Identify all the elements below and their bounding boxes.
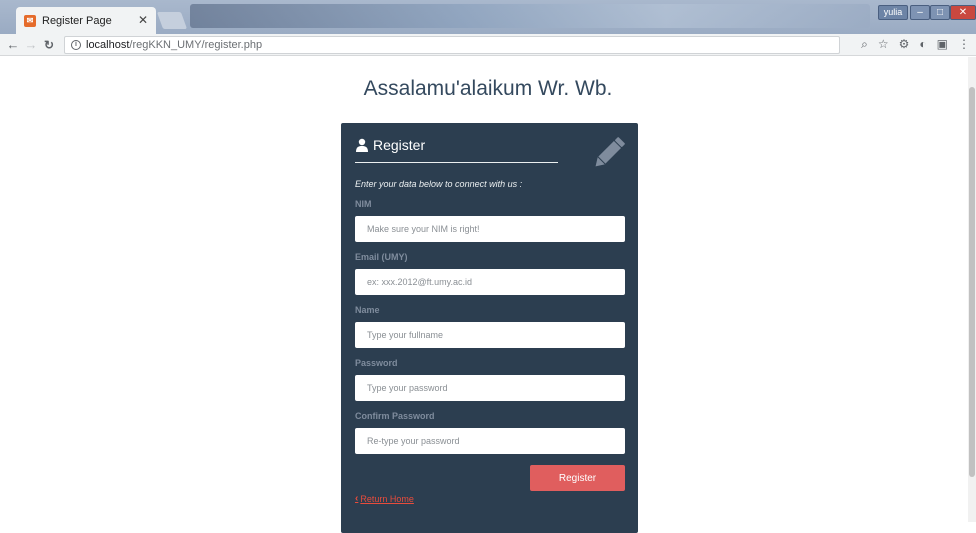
return-home-link[interactable]: ‹ Return Home <box>355 493 414 504</box>
window-titlebar: ✉ Register Page ✕ yulia – □ ✕ <box>0 0 976 34</box>
new-tab-button[interactable] <box>156 12 188 29</box>
name-label: Name <box>355 305 380 315</box>
page-greeting: Assalamu'alaikum Wr. Wb. <box>363 77 613 100</box>
nim-input[interactable] <box>355 216 625 242</box>
menu-icon[interactable]: ⋮ <box>958 37 970 52</box>
minimize-button[interactable]: – <box>910 5 930 20</box>
register-card: Register Enter your data below to connec… <box>341 123 638 533</box>
register-title-text: Register <box>373 137 426 153</box>
close-window-button[interactable]: ✕ <box>950 5 976 20</box>
bookmark-star-icon[interactable]: ☆ <box>878 37 889 52</box>
browser-toolbar: ← → ↻ i localhost/regKKN_UMY/register.ph… <box>0 34 976 56</box>
tab-title: Register Page <box>42 14 112 27</box>
user-icon <box>356 138 368 152</box>
extension-icon-2[interactable]: ◐ <box>919 37 926 52</box>
register-title: Register <box>355 137 425 153</box>
extension-icon[interactable]: ⚙ <box>899 37 910 52</box>
chevron-left-icon: ‹ <box>355 493 359 504</box>
email-input[interactable] <box>355 269 625 295</box>
title-divider <box>355 162 558 163</box>
email-label: Email (UMY) <box>355 252 408 262</box>
background-windows <box>190 4 870 28</box>
confirm-password-input[interactable] <box>355 428 625 454</box>
info-icon[interactable]: i <box>71 39 81 50</box>
name-input[interactable] <box>355 322 625 348</box>
extension-icon-3[interactable]: ▣ <box>937 37 948 52</box>
register-button[interactable]: Register <box>530 465 625 491</box>
address-bar[interactable]: i localhost/regKKN_UMY/register.php <box>64 35 840 54</box>
browser-tab[interactable]: ✉ Register Page ✕ <box>16 7 156 34</box>
pencil-icon <box>595 137 625 167</box>
url-host: localhost <box>86 38 130 51</box>
scrollbar-thumb[interactable] <box>969 87 975 477</box>
toolbar-icons: ⌕ ☆ ⚙ ◐ ▣ ⋮ <box>861 37 976 52</box>
back-arrow-icon[interactable]: ← <box>4 37 22 52</box>
reload-icon[interactable]: ↻ <box>40 38 58 52</box>
password-input[interactable] <box>355 375 625 401</box>
nim-label: NIM <box>355 199 372 209</box>
tab-close-icon[interactable]: ✕ <box>138 13 148 27</box>
page-scrollbar[interactable] <box>968 57 976 522</box>
maximize-button[interactable]: □ <box>930 5 950 20</box>
return-home-label: Return Home <box>360 493 414 504</box>
window-user-badge: yulia <box>878 5 908 20</box>
page-content: Assalamu'alaikum Wr. Wb. Register Enter … <box>0 57 976 533</box>
site-favicon-icon: ✉ <box>24 14 36 27</box>
url-path: /regKKN_UMY/register.php <box>129 38 263 51</box>
password-label: Password <box>355 358 398 368</box>
form-subtitle: Enter your data below to connect with us… <box>355 179 523 189</box>
confirm-password-label: Confirm Password <box>355 411 435 421</box>
forward-arrow-icon[interactable]: → <box>22 37 40 52</box>
zoom-icon[interactable]: ⌕ <box>861 37 868 52</box>
